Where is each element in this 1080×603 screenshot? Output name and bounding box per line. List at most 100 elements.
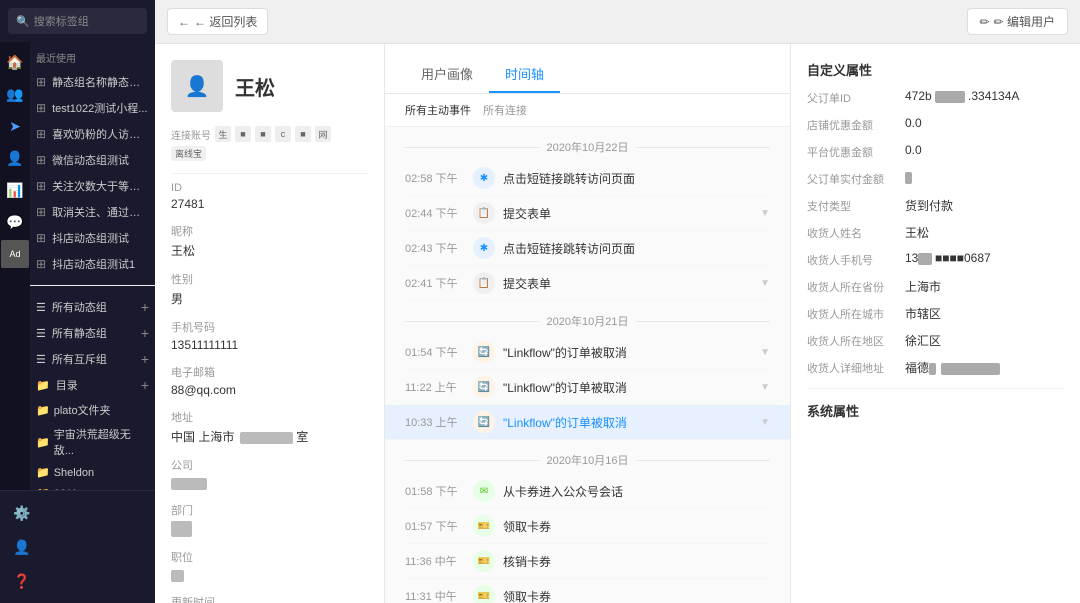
timeline-item[interactable]: 02:58 下午 ✱ 点击短链接跳转访问页面: [405, 161, 770, 196]
tab-profile[interactable]: 用户画像: [405, 56, 489, 93]
field-gender: 性别 男: [171, 271, 368, 307]
offline-badge: 离线宝: [171, 146, 206, 161]
help-icon[interactable]: ❓: [8, 567, 36, 595]
prop-val: 货到付款: [905, 197, 1064, 214]
main-content: ← ← 返回列表 ✏ ✏ 编辑用户 👤 王松 连接账号 生 ■ ■ c ■ 网 …: [155, 0, 1080, 603]
nav-ad[interactable]: Ad: [1, 240, 29, 268]
sub-tab-connect[interactable]: 所有连接: [483, 102, 527, 118]
timeline-item[interactable]: 02:43 下午 ✱ 点击短链接跳转访问页面: [405, 231, 770, 266]
date-label-2: 2020年10月21日: [547, 313, 629, 329]
expand-icon: ▼: [760, 208, 770, 219]
timeline-item[interactable]: 11:31 中午 🎫 领取卡券: [405, 579, 770, 603]
sidebar-all-mutex[interactable]: ☰所有互斥组+: [30, 346, 155, 372]
field-id: ID 27481: [171, 182, 368, 211]
company-label: 公司: [171, 457, 368, 473]
event-icon: 📋: [473, 272, 495, 294]
nav-message[interactable]: 💬: [1, 208, 29, 236]
email-value: 88@qq.com: [171, 383, 368, 397]
prop-key: 父订单实付金额: [807, 170, 897, 187]
dept-label: 部门: [171, 502, 368, 518]
right-panel: 自定义属性 父订单ID 472b ■■ ■■ .334134A 店铺优惠金额 0…: [790, 44, 1080, 603]
prop-row-payment-type: 支付类型 货到付款: [807, 197, 1064, 214]
sidebar-item-milk[interactable]: ⊞喜欢奶粉的人访问昵...: [30, 121, 155, 147]
timeline-item[interactable]: 01:57 下午 🎫 领取卡券: [405, 509, 770, 544]
field-email: 电子邮箱 88@qq.com: [171, 364, 368, 397]
sidebar-directory[interactable]: 📁目录+: [30, 372, 155, 398]
event-icon: ✉: [473, 480, 495, 502]
event-icon: 🔄: [473, 411, 495, 433]
event-icon: 🔄: [473, 376, 495, 398]
timeline-item[interactable]: 02:44 下午 📋 提交表单 ▼: [405, 196, 770, 231]
timeline-item[interactable]: 01:54 下午 🔄 "Linkflow"的订单被取消 ▼: [405, 335, 770, 370]
timeline-panel: 用户画像 时间轴 所有主动事件 所有连接 2020年10月22日 02:58 下…: [385, 44, 790, 603]
nickname-value: 王松: [171, 242, 368, 259]
position-label: 职位: [171, 549, 368, 565]
sidebar-item-cancel[interactable]: ⊞取消关注、通过扫...: [30, 199, 155, 225]
field-company: 公司 ■■ ■■■: [171, 457, 368, 490]
connect-icon-6: 网: [315, 126, 331, 142]
sidebar-item-follow[interactable]: ⊞关注次数大于等于1...: [30, 173, 155, 199]
timeline-item[interactable]: 11:36 中午 🎫 核销卡券: [405, 544, 770, 579]
edit-pencil-icon: ✏: [980, 15, 990, 29]
tab-bar: 用户画像 时间轴: [385, 44, 790, 94]
gender-value: 男: [171, 290, 368, 307]
prop-row-receiver-phone: 收货人手机号 13■■ ■■■■0687: [807, 251, 1064, 268]
connect-icon-1: 生: [215, 126, 231, 142]
profile-icon[interactable]: 👤: [8, 533, 36, 561]
connect-icon-5: ■: [295, 126, 311, 142]
prop-key: 收货人详细地址: [807, 359, 897, 376]
search-placeholder: 搜索标签组: [34, 13, 89, 29]
address-value: 中国 上海市 ■■■■■■■■ 室: [171, 428, 368, 445]
sidebar-folder-plato[interactable]: 📁plato文件夹: [30, 398, 155, 422]
event-icon: 🎫: [473, 550, 495, 572]
sidebar-item-wechat[interactable]: ⊞微信动态组测试: [30, 147, 155, 173]
id-value: 27481: [171, 197, 368, 211]
prop-row-detail-address: 收货人详细地址 福德■ ■■ ■■■ ■■■: [807, 359, 1064, 376]
prop-key: 收货人所在地区: [807, 332, 897, 349]
email-label: 电子邮箱: [171, 364, 368, 380]
prop-key: 收货人姓名: [807, 224, 897, 241]
nav-users[interactable]: 👥: [1, 80, 29, 108]
timeline-item[interactable]: 01:58 下午 ✉ 从卡券进入公众号会话: [405, 474, 770, 509]
nav-home[interactable]: 🏠: [1, 48, 29, 76]
sidebar-folder-universe[interactable]: 📁宇宙洪荒超级无敌...: [30, 422, 155, 462]
timeline-item[interactable]: 11:22 上午 🔄 "Linkflow"的订单被取消 ▼: [405, 370, 770, 405]
date-divider-1: 2020年10月22日: [405, 127, 770, 161]
sidebar-item-douyin1[interactable]: ⊞抖店动态组测试: [30, 225, 155, 251]
nav-person[interactable]: 👤: [1, 144, 29, 172]
timeline-item[interactable]: 02:41 下午 📋 提交表单 ▼: [405, 266, 770, 301]
sidebar-folder-0011[interactable]: 📁0011: [30, 483, 155, 490]
sidebar-folder-sheldon[interactable]: 📁Sheldon: [30, 462, 155, 483]
settings-icon[interactable]: ⚙️: [8, 499, 36, 527]
prop-val: 福德■ ■■ ■■■ ■■■: [905, 359, 1064, 376]
back-arrow-icon: ←: [178, 15, 190, 29]
event-icon: ✱: [473, 167, 495, 189]
date-divider-2: 2020年10月21日: [405, 301, 770, 335]
sidebar-item-douyin2[interactable]: ⊞抖店动态组测试1: [30, 251, 155, 277]
tab-timeline[interactable]: 时间轴: [489, 56, 560, 93]
company-blur: ■■ ■■■: [171, 478, 207, 490]
sidebar-all-dynamic[interactable]: ☰所有动态组+: [30, 294, 155, 320]
sub-tab-events[interactable]: 所有主动事件: [405, 102, 471, 118]
connect-row: 连接账号 生 ■ ■ c ■ 网 离线宝: [171, 126, 368, 161]
id-label: ID: [171, 182, 368, 194]
back-button[interactable]: ← ← 返回列表: [167, 8, 268, 35]
prop-row-district: 收货人所在地区 徐汇区: [807, 332, 1064, 349]
system-props-title: 系统属性: [807, 401, 1064, 420]
sidebar-item-static1[interactable]: ⊞静态组名称静态组...: [30, 69, 155, 95]
nav-arrow[interactable]: ➤: [1, 112, 29, 140]
address-label: 地址: [171, 409, 368, 425]
sidebar-item-test[interactable]: ⊞test1022测试小程...: [30, 95, 155, 121]
sub-tab-bar: 所有主动事件 所有连接: [385, 94, 790, 127]
prop-val: 上海市: [905, 278, 1064, 295]
expand-icon: ▼: [760, 417, 770, 428]
field-nickname: 昵称 王松: [171, 223, 368, 259]
edit-button[interactable]: ✏ ✏ 编辑用户: [967, 8, 1068, 35]
timeline-item-highlighted[interactable]: 10:33 上午 🔄 "Linkflow"的订单被取消 ▼: [385, 405, 790, 440]
sidebar-bottom: ⚙️ 👤 ❓: [0, 490, 155, 603]
nav-chart[interactable]: 📊: [1, 176, 29, 204]
updated-label: 更新时间: [171, 594, 368, 603]
date-label-3: 2020年10月16日: [547, 452, 629, 468]
sidebar-all-static[interactable]: ☰所有静态组+: [30, 320, 155, 346]
search-bar[interactable]: 🔍 搜索标签组: [8, 8, 147, 34]
